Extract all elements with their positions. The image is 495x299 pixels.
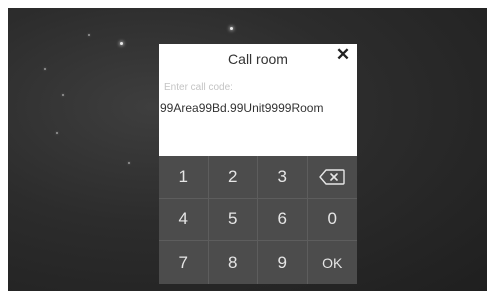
key-8[interactable]: 8 (209, 241, 258, 284)
key-6[interactable]: 6 (258, 198, 308, 242)
decorative-star (230, 27, 233, 30)
key-9[interactable]: 9 (258, 241, 308, 284)
decorative-star (88, 34, 90, 36)
call-room-dialog: Call room ✕ Enter call code: 99Area99Bd.… (159, 44, 357, 284)
key-7[interactable]: 7 (159, 241, 209, 284)
key-4[interactable]: 4 (159, 198, 209, 242)
backspace-button[interactable] (307, 156, 357, 199)
decorative-star (56, 132, 58, 134)
decorative-star (62, 94, 64, 96)
decorative-star (128, 162, 130, 164)
dialog-title: Call room (228, 51, 288, 67)
ok-button[interactable]: OK (308, 241, 358, 284)
close-icon[interactable]: ✕ (333, 45, 353, 65)
key-1[interactable]: 1 (159, 156, 209, 199)
numeric-keypad: 1 2 3 4 5 6 0 7 8 9 OK (159, 156, 357, 284)
decorative-star (120, 42, 123, 45)
call-code-placeholder: Enter call code: (164, 82, 233, 93)
key-0[interactable]: 0 (307, 199, 357, 242)
dialog-header: Call room ✕ Enter call code: 99Area99Bd.… (159, 44, 357, 156)
screen-background: Call room ✕ Enter call code: 99Area99Bd.… (8, 8, 487, 291)
key-3[interactable]: 3 (258, 156, 308, 199)
key-2[interactable]: 2 (208, 156, 258, 199)
decorative-star (44, 68, 46, 70)
key-5[interactable]: 5 (208, 198, 258, 242)
backspace-icon (319, 169, 345, 185)
call-code-input[interactable]: 99Area99Bd.99Unit9999Room (160, 101, 357, 115)
